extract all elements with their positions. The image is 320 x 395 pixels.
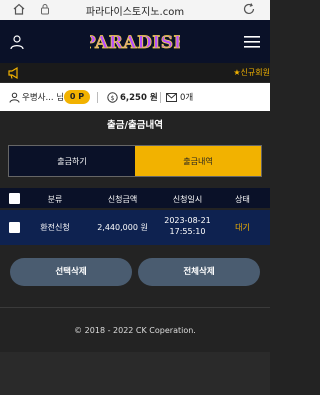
notice-text: ★신규회원 (233, 68, 270, 77)
page-title: 출금/출금내역 (107, 120, 163, 131)
megaphone-icon (8, 66, 18, 80)
withdraw-tabs: 출금하기 출금내역 (8, 145, 262, 177)
footer-copyright: © 2018 - 2022 CK Coperation. (74, 326, 196, 335)
column-header-date: 신청일시 (172, 195, 203, 204)
mail-icon[interactable] (166, 93, 177, 102)
hamburger-menu-icon[interactable] (244, 35, 260, 49)
tab-withdraw[interactable]: 출금하기 (9, 146, 135, 176)
table-header: 분류 신청금액 신청일시 상태 (0, 188, 270, 208)
delete-selected-button[interactable]: 선택삭제 (10, 258, 132, 286)
username-suffix: 님 (56, 93, 65, 103)
row-status: 대기 (235, 223, 250, 232)
user-info-bar: 우병사... 님 0 P $ 6,250 원 0개 (0, 83, 270, 111)
coin-icon: $ (107, 92, 118, 103)
row-date: 2023-08-21 (164, 216, 211, 225)
column-header-amount: 신청금액 (107, 195, 138, 204)
footer-divider (0, 307, 270, 308)
points-badge[interactable]: 0 P (64, 90, 90, 104)
column-header-status: 상태 (235, 195, 250, 204)
paradise-logo[interactable]: PARADISE (90, 27, 180, 55)
user-icon[interactable] (9, 34, 25, 50)
svg-text:PARADISE: PARADISE (90, 33, 180, 53)
person-icon (9, 92, 20, 103)
column-header-category: 분류 (47, 195, 63, 204)
site-header: PARADISE (0, 20, 270, 63)
tab-withdraw-history[interactable]: 출금내역 (135, 146, 261, 176)
notice-bar: ★신규회원 (0, 63, 270, 83)
delete-all-button[interactable]: 전체삭제 (138, 258, 260, 286)
row-checkbox[interactable] (9, 222, 20, 233)
browser-address-bar: 파라다이스토지노.com (0, 0, 270, 20)
svg-text:$: $ (111, 95, 115, 102)
username: 우병사... 님 (22, 93, 65, 103)
table-row: 환전신청 2,440,000 원 2023-08-21 17:55:10 대기 (0, 210, 270, 245)
select-all-checkbox[interactable] (9, 193, 20, 204)
row-amount: 2,440,000 원 (97, 223, 148, 232)
balance-amount: 6,250 원 (120, 93, 158, 103)
row-category: 환전신청 (40, 223, 70, 232)
divider (160, 92, 161, 103)
message-count[interactable]: 0개 (180, 91, 193, 103)
url-text[interactable]: 파라다이스토지노.com (0, 3, 270, 18)
divider (97, 92, 98, 103)
reload-icon[interactable] (242, 2, 256, 16)
bottom-band (0, 352, 270, 395)
row-time: 17:55:10 (169, 227, 206, 236)
